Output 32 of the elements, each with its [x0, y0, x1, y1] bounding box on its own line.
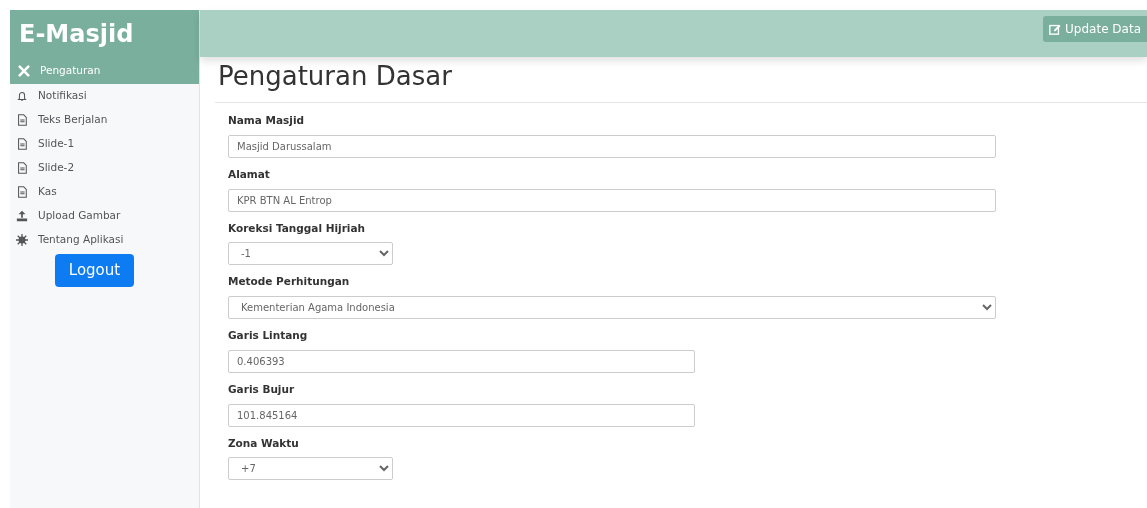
- sidebar-item[interactable]: Upload Gambar: [10, 204, 199, 228]
- edit-icon: [1049, 23, 1062, 35]
- field-label: Zona Waktu: [228, 435, 300, 451]
- document-icon: [16, 162, 28, 174]
- dropdown-field[interactable]: Kementerian Agama Indonesia: [228, 296, 996, 320]
- sidebar-item[interactable]: Notifikasi: [10, 84, 199, 108]
- sidebar-item[interactable]: Slide-2: [10, 156, 199, 180]
- field-label: Garis Bujur: [228, 381, 296, 397]
- field-label: Garis Lintang: [228, 328, 309, 344]
- sidebar-item[interactable]: Tentang Aplikasi: [10, 228, 199, 252]
- sidebar-item[interactable]: Slide-1: [10, 132, 199, 156]
- input-field[interactable]: 0.406393: [228, 349, 695, 373]
- field-label: Metode Perhitungan: [228, 274, 351, 290]
- gear-icon: [16, 234, 28, 246]
- input-field[interactable]: KPR BTN AL Entrop: [228, 188, 996, 212]
- dropdown-field[interactable]: -1: [228, 242, 393, 266]
- bell-icon: [16, 90, 28, 102]
- logout-button[interactable]: Logout: [54, 254, 135, 287]
- sidebar-item[interactable]: Teks Berjalan: [10, 108, 199, 132]
- document-icon: [16, 114, 28, 126]
- field-label: Alamat: [228, 166, 271, 182]
- upload-icon: [16, 210, 28, 222]
- field-label: Koreksi Tanggal Hijriah: [228, 220, 367, 236]
- page-title: Pengaturan Dasar: [218, 60, 453, 93]
- field-label: Nama Masjid: [228, 113, 306, 129]
- document-icon: [16, 138, 28, 150]
- document-icon: [16, 186, 28, 198]
- input-field[interactable]: Masjid Darussalam: [228, 134, 996, 158]
- input-field[interactable]: 101.845164: [228, 403, 695, 427]
- sidebar-item[interactable]: Kas: [10, 180, 199, 204]
- brand-title: E-Masjid: [19, 18, 134, 50]
- dropdown-field[interactable]: +7: [228, 457, 393, 481]
